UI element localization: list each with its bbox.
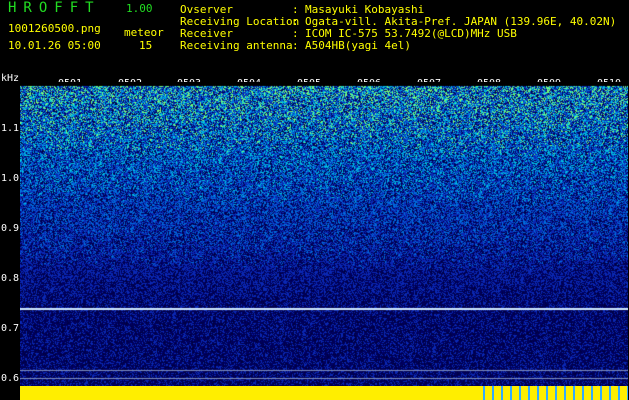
header-panel: HROFFT 1.00 1001260500.png meteor 10.01.… <box>0 0 629 75</box>
spectrogram <box>20 82 628 386</box>
antenna-colon: : <box>292 39 299 52</box>
app-title: HROFFT <box>8 0 101 16</box>
y-tick-label: 0.9 <box>1 223 20 234</box>
antenna-value: A504HB(yagi 4el) <box>305 39 411 52</box>
datetime: 10.01.26 05:00 <box>8 39 101 52</box>
y-tick-label: 0.6 <box>1 373 20 384</box>
signal-strength-bar-detail <box>480 386 628 400</box>
file-name: 1001260500.png <box>8 22 101 35</box>
y-tick-label: 1.0 <box>1 173 20 184</box>
app-version: 1.00 <box>126 2 153 15</box>
meteor-label: meteor <box>124 26 164 39</box>
y-tick-label: 1.1 <box>1 123 20 134</box>
antenna-label: Receiving antenna <box>180 39 293 52</box>
meteor-count: 15 <box>139 39 153 52</box>
y-axis-unit: kHz <box>1 73 20 84</box>
y-tick-label: 0.8 <box>1 273 20 284</box>
y-tick-label: 0.7 <box>1 323 20 334</box>
